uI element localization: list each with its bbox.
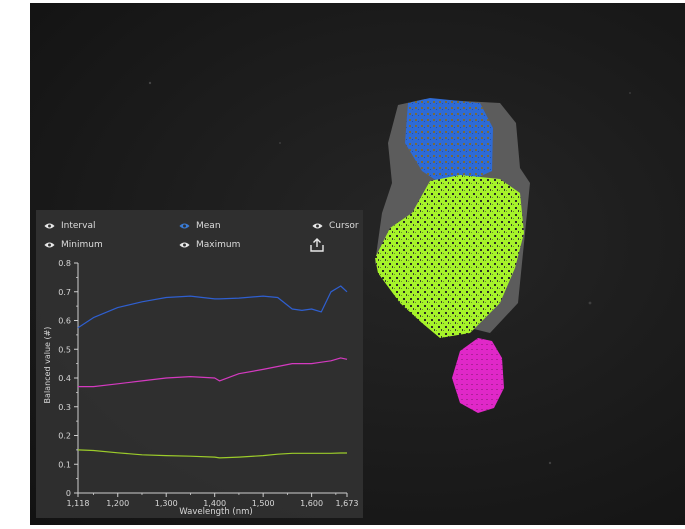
y-tick-label: 0.7 [58, 288, 71, 297]
y-tick-label: 0.8 [58, 259, 71, 268]
y-axis-label: Balanced value (#) [43, 327, 52, 404]
x-tick-label: 1,500 [252, 499, 275, 508]
x-tick-label: 1,200 [106, 499, 129, 508]
x-axis: 1,118 1,200 1,300 1,400 1,500 1,600 1,673 [67, 492, 359, 508]
y-tick-label: 0.1 [58, 460, 71, 469]
series-line-0 [77, 285, 348, 329]
y-tick-label: 0 [66, 489, 71, 498]
legend-interval-toggle[interactable]: Interval [44, 221, 95, 231]
legend-cursor-toggle[interactable]: Cursor [312, 221, 359, 231]
y-tick-label: 0.4 [58, 374, 71, 383]
legend-minimum-label: Minimum [61, 240, 103, 250]
eye-icon [44, 223, 55, 229]
y-tick-label: 0.6 [58, 317, 71, 326]
spectrum-panel: Interval Mean Cursor Minimum Maximum 0 0.… [36, 210, 363, 518]
legend-maximum-label: Maximum [196, 240, 241, 250]
y-axis: 0 0.1 0.2 0.3 0.4 0.5 0.6 0.7 0.8 [58, 259, 79, 498]
series-layer [77, 285, 348, 459]
x-tick-label: 1,600 [300, 499, 323, 508]
legend-maximum-toggle[interactable]: Maximum [179, 240, 240, 250]
legend-mean-toggle[interactable]: Mean [179, 221, 221, 231]
legend-mean-label: Mean [196, 221, 221, 231]
legend-interval-label: Interval [61, 221, 96, 231]
eye-icon [44, 242, 55, 248]
eye-icon [179, 242, 190, 248]
export-icon[interactable] [308, 237, 326, 253]
legend-cursor-label: Cursor [329, 221, 359, 231]
x-tick-label: 1,673 [336, 499, 359, 508]
spectrum-chart: 0 0.1 0.2 0.3 0.4 0.5 0.6 0.7 0.8 1,118 1,200 1,30… [43, 259, 359, 517]
series-line-1 [78, 357, 348, 388]
x-tick-label: 1,300 [155, 499, 178, 508]
y-tick-label: 0.2 [58, 432, 71, 441]
legend-minimum-toggle[interactable]: Minimum [44, 240, 103, 250]
eye-icon [179, 223, 190, 229]
x-tick-label: 1,118 [67, 499, 90, 508]
series-line-2 [77, 449, 347, 459]
magenta-class-region [452, 338, 504, 413]
y-tick-label: 0.3 [58, 403, 71, 412]
y-tick-label: 0.5 [58, 345, 71, 354]
eye-icon [312, 223, 323, 229]
x-axis-label: Wavelength (nm) [179, 507, 252, 517]
